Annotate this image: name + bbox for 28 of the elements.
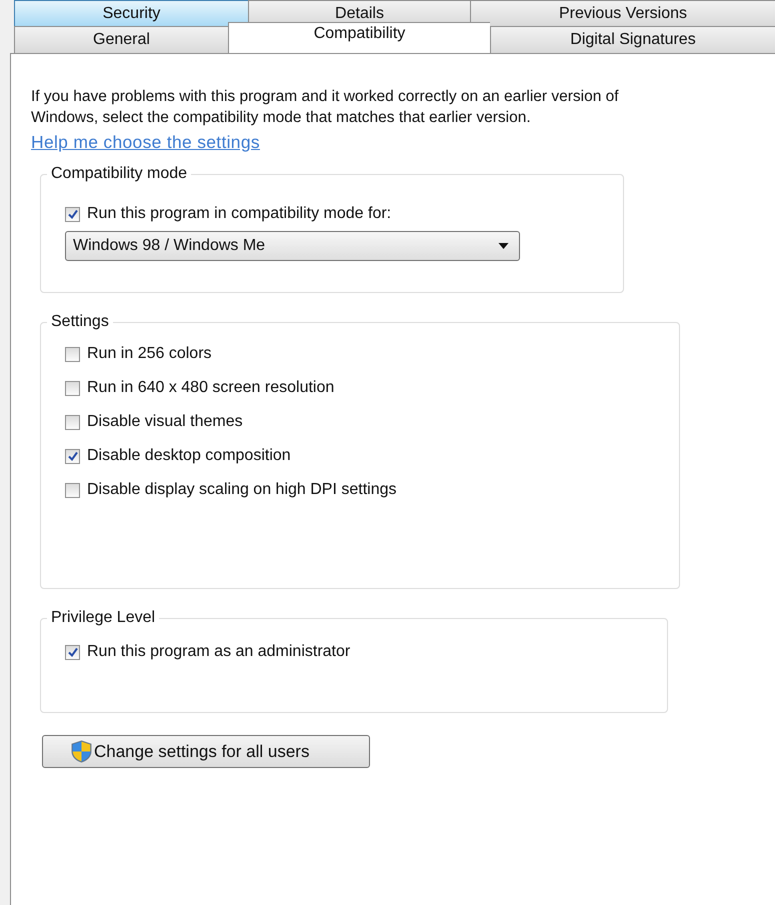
checkbox-label: Disable display scaling on high DPI settings [87, 481, 396, 499]
checkbox[interactable] [65, 380, 80, 396]
group-title: Compatibility mode [50, 165, 188, 183]
change-settings-button[interactable]: Change settings for all users [42, 735, 370, 768]
tab[interactable]: Compatibility [228, 22, 490, 53]
checkbox[interactable] [65, 414, 80, 430]
checkbox[interactable] [65, 482, 80, 498]
caret-icon [498, 243, 509, 249]
shield-icon [71, 740, 92, 763]
checkbox-label: Disable desktop composition [87, 447, 291, 465]
group-title: Settings [50, 313, 110, 331]
checkbox-label: Disable visual themes [87, 413, 243, 431]
help-link[interactable]: Help me choose the settings [31, 132, 260, 153]
checkbox-label: Run in 640 x 480 screen resolution [87, 379, 334, 397]
checkbox-label: Run this program in compatibility mode for: [87, 205, 392, 223]
checkbox[interactable] [65, 448, 80, 464]
group-title: Privilege Level [50, 609, 156, 627]
dropdown[interactable]: Windows 98 / Windows Me [65, 231, 520, 261]
tab[interactable]: Digital Signatures [490, 26, 775, 53]
intro-text: If you have problems with this program and it worked correctly on an earlier version of Windows, select the compatibility mode that matches that earlier version. [31, 87, 620, 128]
tab[interactable]: General [14, 26, 228, 53]
checkbox-label: Run this program as an administrator [87, 643, 350, 661]
checkbox[interactable] [65, 206, 80, 222]
checkbox[interactable] [65, 644, 80, 660]
checkbox-label: Run in 256 colors [87, 345, 212, 363]
checkbox[interactable] [65, 346, 80, 362]
tab[interactable]: Previous Versions [470, 0, 775, 26]
tab[interactable]: Security [14, 0, 248, 26]
